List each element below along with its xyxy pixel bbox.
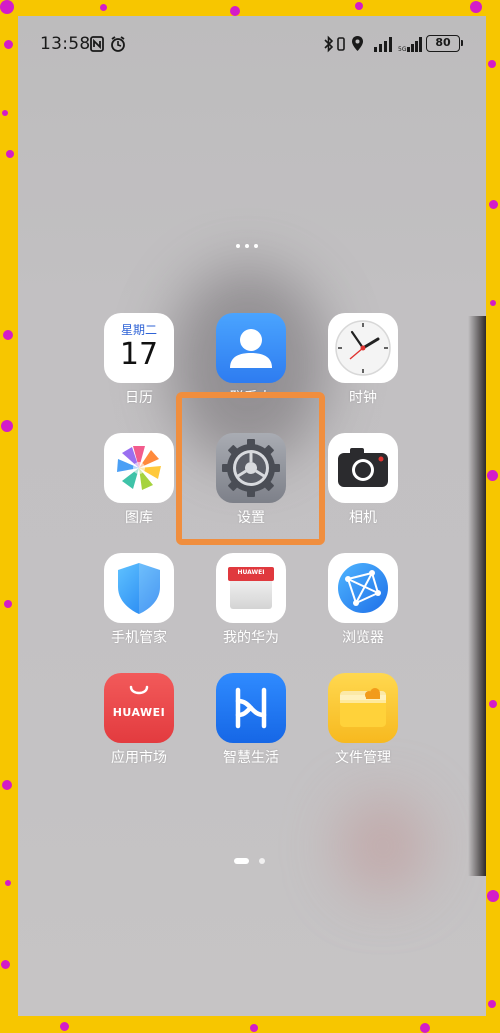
app-label: 浏览器	[342, 630, 384, 646]
bluetooth-icon	[324, 35, 334, 53]
calendar-day: 17	[119, 337, 159, 372]
app-my-huawei[interactable]: HUAWEI 我的华为	[201, 553, 301, 663]
app-label: 日历	[125, 390, 153, 406]
app-calendar[interactable]: 星期二 17 日历	[89, 313, 189, 423]
folder-page-dots	[236, 233, 268, 248]
app-label: 我的华为	[223, 630, 279, 646]
settings-highlight-box	[176, 392, 325, 545]
status-bar: 13:58 5G 80	[18, 16, 486, 72]
appgallery-icon: HUAWEI	[104, 673, 174, 743]
svg-text:5G: 5G	[398, 46, 407, 53]
browser-icon	[328, 553, 398, 623]
my-huawei-badge: HUAWEI	[237, 569, 265, 576]
signal-strength-icon: 5G	[398, 37, 422, 53]
contacts-icon	[216, 313, 286, 383]
nfc-icon	[90, 36, 104, 52]
app-label: 图库	[125, 510, 153, 526]
vibrate-icon	[337, 37, 345, 51]
app-label: 手机管家	[111, 630, 167, 646]
app-label: 相机	[349, 510, 377, 526]
phone-manager-shield-icon	[104, 553, 174, 623]
alarm-icon	[111, 36, 125, 52]
page-indicator[interactable]	[234, 858, 274, 866]
app-browser[interactable]: 浏览器	[313, 553, 413, 663]
app-gallery[interactable]: 图库	[89, 433, 189, 543]
my-huawei-icon: HUAWEI	[216, 553, 286, 623]
app-camera[interactable]: 相机	[313, 433, 413, 543]
location-icon	[352, 36, 363, 51]
app-clock[interactable]: 时钟	[313, 313, 413, 423]
appgallery-brand: HUAWEI	[112, 706, 166, 719]
app-file-manager[interactable]: 文件管理	[313, 673, 413, 783]
app-phone-manager[interactable]: 手机管家	[89, 553, 189, 663]
camera-icon	[328, 433, 398, 503]
app-ai-life[interactable]: 智慧生活	[201, 673, 301, 783]
app-label: 文件管理	[335, 750, 391, 766]
app-label: 应用市场	[111, 750, 167, 766]
app-label: 时钟	[349, 390, 377, 406]
calendar-weekday: 星期二	[120, 323, 157, 337]
calendar-icon: 星期二 17	[104, 313, 174, 383]
ai-life-icon	[216, 673, 286, 743]
clock-icon	[328, 313, 398, 383]
gallery-icon	[104, 433, 174, 503]
battery-indicator: 80	[426, 35, 463, 52]
status-time: 13:58	[40, 34, 91, 54]
app-appgallery[interactable]: HUAWEI 应用市场	[89, 673, 189, 783]
wallpaper-dark-edge	[468, 316, 486, 876]
wallpaper-shadow	[338, 796, 428, 896]
app-label: 智慧生活	[223, 750, 279, 766]
signal-strength-icon	[374, 37, 392, 52]
home-screen: 13:58 5G 80 星期二 17 日历 联系人 时钟 图库 设置 相机 手机…	[18, 16, 486, 1016]
my-huawei-box-body	[230, 581, 272, 609]
page-indicator-inactive	[259, 858, 265, 864]
file-manager-icon	[328, 673, 398, 743]
page-indicator-active	[234, 858, 249, 864]
